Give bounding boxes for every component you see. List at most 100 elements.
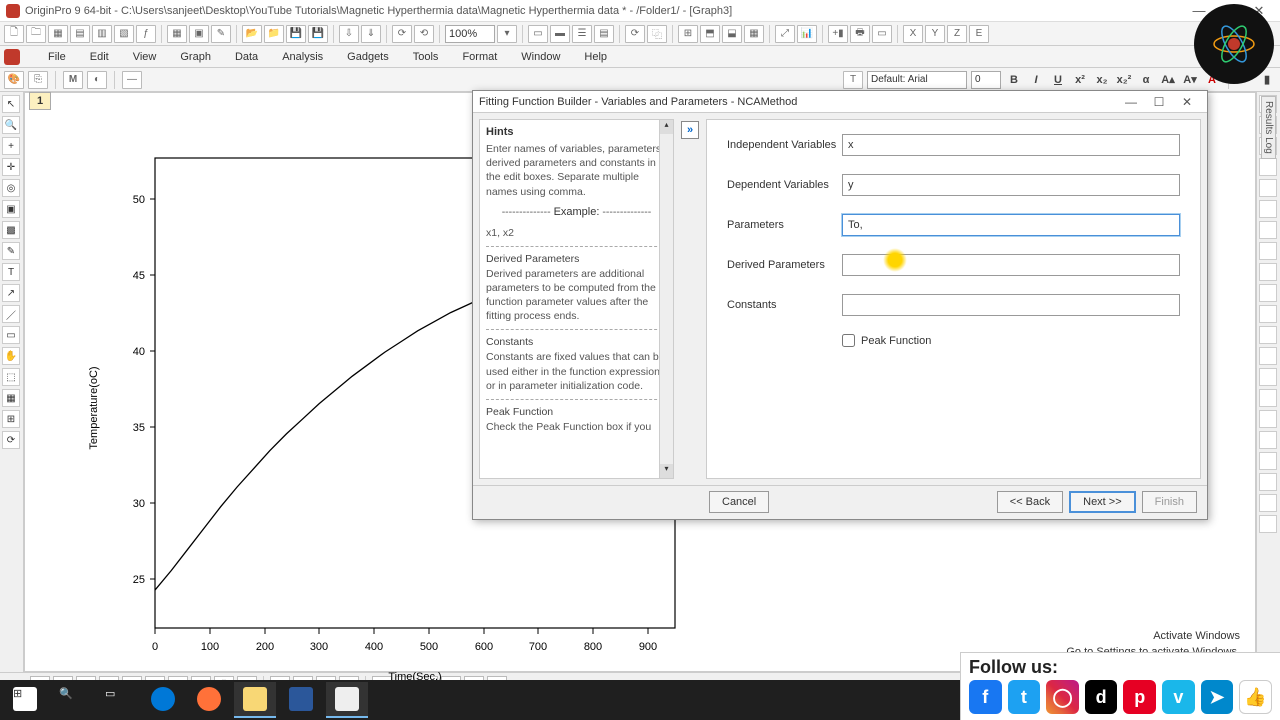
underline-button[interactable]: U xyxy=(1049,71,1067,89)
ln-width-icon[interactable]: — xyxy=(122,71,142,89)
y-axis-icon[interactable]: Y xyxy=(925,25,945,43)
data-reader-icon[interactable]: ◎ xyxy=(2,179,20,197)
graph6-icon[interactable] xyxy=(1259,221,1277,239)
new-project-icon[interactable]: 🗋 xyxy=(4,25,24,43)
menu-format[interactable]: Format xyxy=(458,49,501,65)
merge-icon[interactable]: ⬓ xyxy=(722,25,742,43)
expl-4-icon[interactable]: ▤ xyxy=(594,25,614,43)
extract-icon[interactable]: ⬒ xyxy=(700,25,720,43)
back-button[interactable]: << Back xyxy=(997,491,1063,513)
dist-h-icon[interactable] xyxy=(1259,326,1277,344)
zoom-combo[interactable]: 100% xyxy=(445,25,495,43)
data-selector-icon[interactable]: ▣ xyxy=(2,200,20,218)
rescale-icon[interactable]: ⤢ xyxy=(775,25,795,43)
graph5-icon[interactable] xyxy=(1259,200,1277,218)
new-function-icon[interactable]: ƒ xyxy=(136,25,156,43)
refresh-icon[interactable]: ⟳ xyxy=(625,25,645,43)
dialog-titlebar[interactable]: Fitting Function Builder - Variables and… xyxy=(473,91,1207,113)
vimeo-icon[interactable]: v xyxy=(1162,680,1195,714)
dailymotion-icon[interactable]: d xyxy=(1085,680,1118,714)
draw-data-icon[interactable]: ✎ xyxy=(2,242,20,260)
hand-icon[interactable]: ✋ xyxy=(2,347,20,365)
menu-tools[interactable]: Tools xyxy=(409,49,443,65)
notes-icon[interactable]: ✎ xyxy=(211,25,231,43)
finish-button[interactable]: Finish xyxy=(1142,491,1197,513)
hints-scrollbar[interactable]: ▴ ▾ xyxy=(659,120,673,478)
indep-vars-input[interactable] xyxy=(842,134,1180,156)
scroll-down-icon[interactable]: ▾ xyxy=(660,464,673,478)
params-input[interactable] xyxy=(842,214,1180,236)
results-log-tab[interactable]: Results Log xyxy=(1261,96,1276,159)
text-tool-icon[interactable]: T xyxy=(843,71,863,89)
copy-format-icon[interactable]: ⎘ xyxy=(28,71,48,89)
clock-icon[interactable] xyxy=(1259,452,1277,470)
collapse-hints-button[interactable]: » xyxy=(681,121,699,139)
like-icon[interactable]: 👍 xyxy=(1239,680,1272,714)
superscript-button[interactable]: x² xyxy=(1071,71,1089,89)
zoom-dropdown-icon[interactable]: ▾ xyxy=(497,25,517,43)
origin-taskbar-icon[interactable] xyxy=(326,682,368,718)
dialog-maximize-button[interactable]: ☐ xyxy=(1145,95,1173,109)
explorer-icon[interactable]: ▭ xyxy=(528,25,548,43)
new-excel-icon[interactable]: ▤ xyxy=(70,25,90,43)
menu-edit[interactable]: Edit xyxy=(86,49,113,65)
z-axis-icon[interactable]: Z xyxy=(947,25,967,43)
dialog-minimize-button[interactable]: — xyxy=(1117,95,1145,109)
pointer-tool-icon[interactable]: ↖ xyxy=(2,95,20,113)
x-axis-icon[interactable]: X xyxy=(903,25,923,43)
print-icon[interactable]: 🖶 xyxy=(850,25,870,43)
reader-icon[interactable]: + xyxy=(2,137,20,155)
save-template-icon[interactable]: 💾 xyxy=(308,25,328,43)
dialog-close-button[interactable]: ✕ xyxy=(1173,95,1201,109)
recalc-icon[interactable]: ⟲ xyxy=(414,25,434,43)
rotate-icon[interactable]: ⟳ xyxy=(2,431,20,449)
explorer-taskbar-icon[interactable] xyxy=(234,682,276,718)
dist-v-icon[interactable] xyxy=(1259,347,1277,365)
grid-icon[interactable] xyxy=(1259,473,1277,491)
scroll-up-icon[interactable]: ▴ xyxy=(660,120,673,134)
antialias-icon[interactable]: ◐ xyxy=(87,71,107,89)
greek-button[interactable]: α xyxy=(1137,71,1155,89)
expl-3-icon[interactable]: ☰ xyxy=(572,25,592,43)
menu-help[interactable]: Help xyxy=(580,49,611,65)
stats-icon[interactable]: 📊 xyxy=(797,25,817,43)
open-excel-icon[interactable]: ▦ xyxy=(167,25,187,43)
new-layout-icon[interactable]: ▣ xyxy=(189,25,209,43)
next-button[interactable]: Next >> xyxy=(1069,491,1136,513)
menu-data[interactable]: Data xyxy=(231,49,262,65)
back-icon[interactable] xyxy=(1259,389,1277,407)
decrease-font-button[interactable]: A▾ xyxy=(1181,71,1199,89)
task-view-button[interactable]: ▭ xyxy=(96,682,138,718)
firefox-taskbar-icon[interactable] xyxy=(188,682,230,718)
pinterest-icon[interactable]: p xyxy=(1123,680,1156,714)
duplicate-icon[interactable]: ⿻ xyxy=(647,25,667,43)
increase-font-button[interactable]: A▴ xyxy=(1159,71,1177,89)
search-button[interactable]: 🔍 xyxy=(50,682,92,718)
font-size-combo[interactable] xyxy=(971,71,1001,89)
menu-graph[interactable]: Graph xyxy=(176,49,215,65)
supersub-button[interactable]: x₂² xyxy=(1115,71,1133,89)
menu-window[interactable]: Window xyxy=(517,49,564,65)
expl-h-icon[interactable]: ▬ xyxy=(550,25,570,43)
constants-input[interactable] xyxy=(842,294,1180,316)
new-graph-icon[interactable]: ▥ xyxy=(92,25,112,43)
new-matrix-icon[interactable]: ▧ xyxy=(114,25,134,43)
word-taskbar-icon[interactable] xyxy=(280,682,322,718)
new-folder-icon[interactable]: 🗀 xyxy=(26,25,46,43)
misc2-icon[interactable] xyxy=(1259,515,1277,533)
layer-mgmt-icon[interactable]: ▦ xyxy=(744,25,764,43)
arrow-icon[interactable]: ↗ xyxy=(2,284,20,302)
e-axis-icon[interactable]: E xyxy=(969,25,989,43)
region-icon[interactable]: ⬚ xyxy=(2,368,20,386)
align-l-icon[interactable] xyxy=(1259,242,1277,260)
edge-taskbar-icon[interactable] xyxy=(142,682,184,718)
facebook-icon[interactable]: f xyxy=(969,680,1002,714)
roi-icon[interactable]: ▦ xyxy=(2,389,20,407)
text-icon[interactable]: T xyxy=(2,263,20,281)
telegram-icon[interactable]: ➤ xyxy=(1201,680,1234,714)
front-icon[interactable] xyxy=(1259,368,1277,386)
slide-icon[interactable]: ▭ xyxy=(872,25,892,43)
italic-button[interactable]: I xyxy=(1027,71,1045,89)
add-col-icon[interactable]: +▮ xyxy=(828,25,848,43)
misc1-icon[interactable] xyxy=(1259,494,1277,512)
